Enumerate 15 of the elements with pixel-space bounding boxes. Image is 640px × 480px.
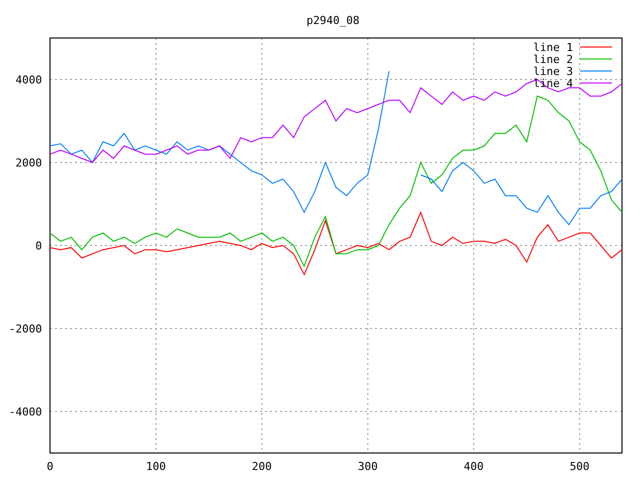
chart-title: p2940_08 bbox=[306, 14, 360, 27]
axis-tick-label: -4000 bbox=[8, 406, 42, 418]
axis-tick-label: 0 bbox=[46, 460, 54, 473]
legend-label: line 3 bbox=[533, 65, 573, 78]
axis-tick-label: -2000 bbox=[8, 322, 42, 336]
axis-tick-label: 4000 bbox=[16, 74, 42, 86]
axis-tick-label: 100 bbox=[146, 460, 166, 473]
axis-tick-label: 0 bbox=[35, 240, 42, 252]
axis-tick-label: 2000 bbox=[16, 156, 42, 170]
axis-tick-label: 200 bbox=[252, 460, 272, 473]
axis-tick-label: 400 bbox=[464, 460, 484, 473]
legend-label: line 1 bbox=[533, 41, 573, 54]
axis-tick-label: 500 bbox=[570, 460, 590, 473]
axis-tick-label: 300 bbox=[358, 460, 378, 473]
legend-label: line 2 bbox=[533, 53, 573, 66]
